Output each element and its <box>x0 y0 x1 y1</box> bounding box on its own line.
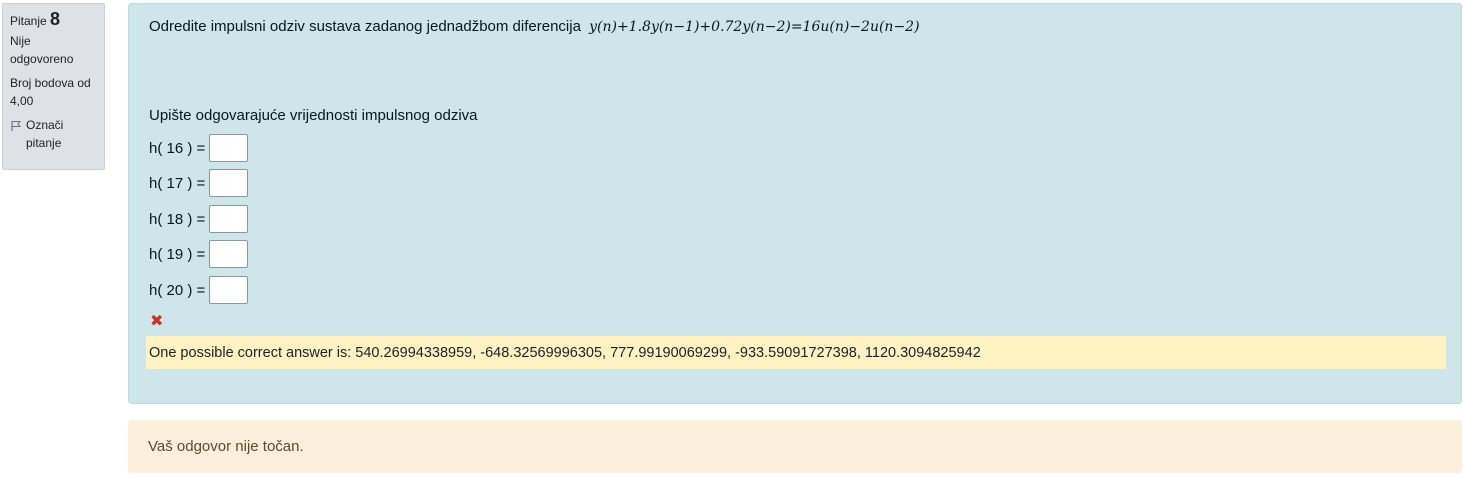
question-text: Odredite impulsni odziv sustava zadanog … <box>149 18 920 35</box>
answer-label: h( 19 ) = <box>149 245 206 263</box>
answer-input-h16[interactable] <box>209 134 249 162</box>
right-answer-text: One possible correct answer is: 540.2699… <box>149 344 981 361</box>
answer-input-h17[interactable] <box>209 169 249 197</box>
answer-label: h( 18 ) = <box>149 210 206 228</box>
answer-label: h( 17 ) = <box>149 174 206 192</box>
question-grade: Broj bodova od 4,00 <box>10 76 91 108</box>
outcome-feedback: Vaš odgovor nije točan. <box>128 420 1462 473</box>
flag-question-label: Označi pitanje <box>26 118 64 150</box>
answer-input-h18[interactable] <box>209 205 249 233</box>
answer-row: h( 18 ) = <box>149 205 249 233</box>
outcome-feedback-text: Vaš odgovor nije točan. <box>148 438 304 455</box>
answer-label: h( 16 ) = <box>149 139 206 157</box>
answer-row: h( 17 ) = <box>149 169 249 197</box>
question-info-panel: Pitanje 8 Nije odgovoreno Broj bodova od… <box>2 3 105 170</box>
answer-input-h19[interactable] <box>209 240 249 268</box>
cross-icon: ✖ <box>150 313 164 330</box>
answer-row: h( 19 ) = <box>149 240 249 268</box>
right-answer-box: One possible correct answer is: 540.2699… <box>146 336 1446 369</box>
difference-equation: y(n)+1.8y(n−1)+0.72y(n−2)=16u(n)−2u(n−2) <box>589 19 920 35</box>
question-formulation: Odredite impulsni odziv sustava zadanog … <box>128 3 1462 404</box>
answer-prompt: Upište odgovarajuće vrijednosti impulsno… <box>149 107 478 124</box>
question-text-label: Odredite impulsni odziv sustava zadanog … <box>149 18 581 35</box>
question-number: 8 <box>50 9 61 29</box>
answer-input-h20[interactable] <box>209 276 249 304</box>
flag-question-link[interactable]: Označi pitanje <box>10 116 97 152</box>
question-label: Pitanje <box>10 14 47 28</box>
answer-label: h( 20 ) = <box>149 281 206 299</box>
flag-icon <box>10 119 22 131</box>
question-number-line: Pitanje 8 <box>10 10 97 30</box>
question-state: Nije odgovoreno <box>10 34 74 66</box>
answer-row: h( 20 ) = <box>149 276 249 304</box>
answer-row: h( 16 ) = <box>149 134 249 162</box>
